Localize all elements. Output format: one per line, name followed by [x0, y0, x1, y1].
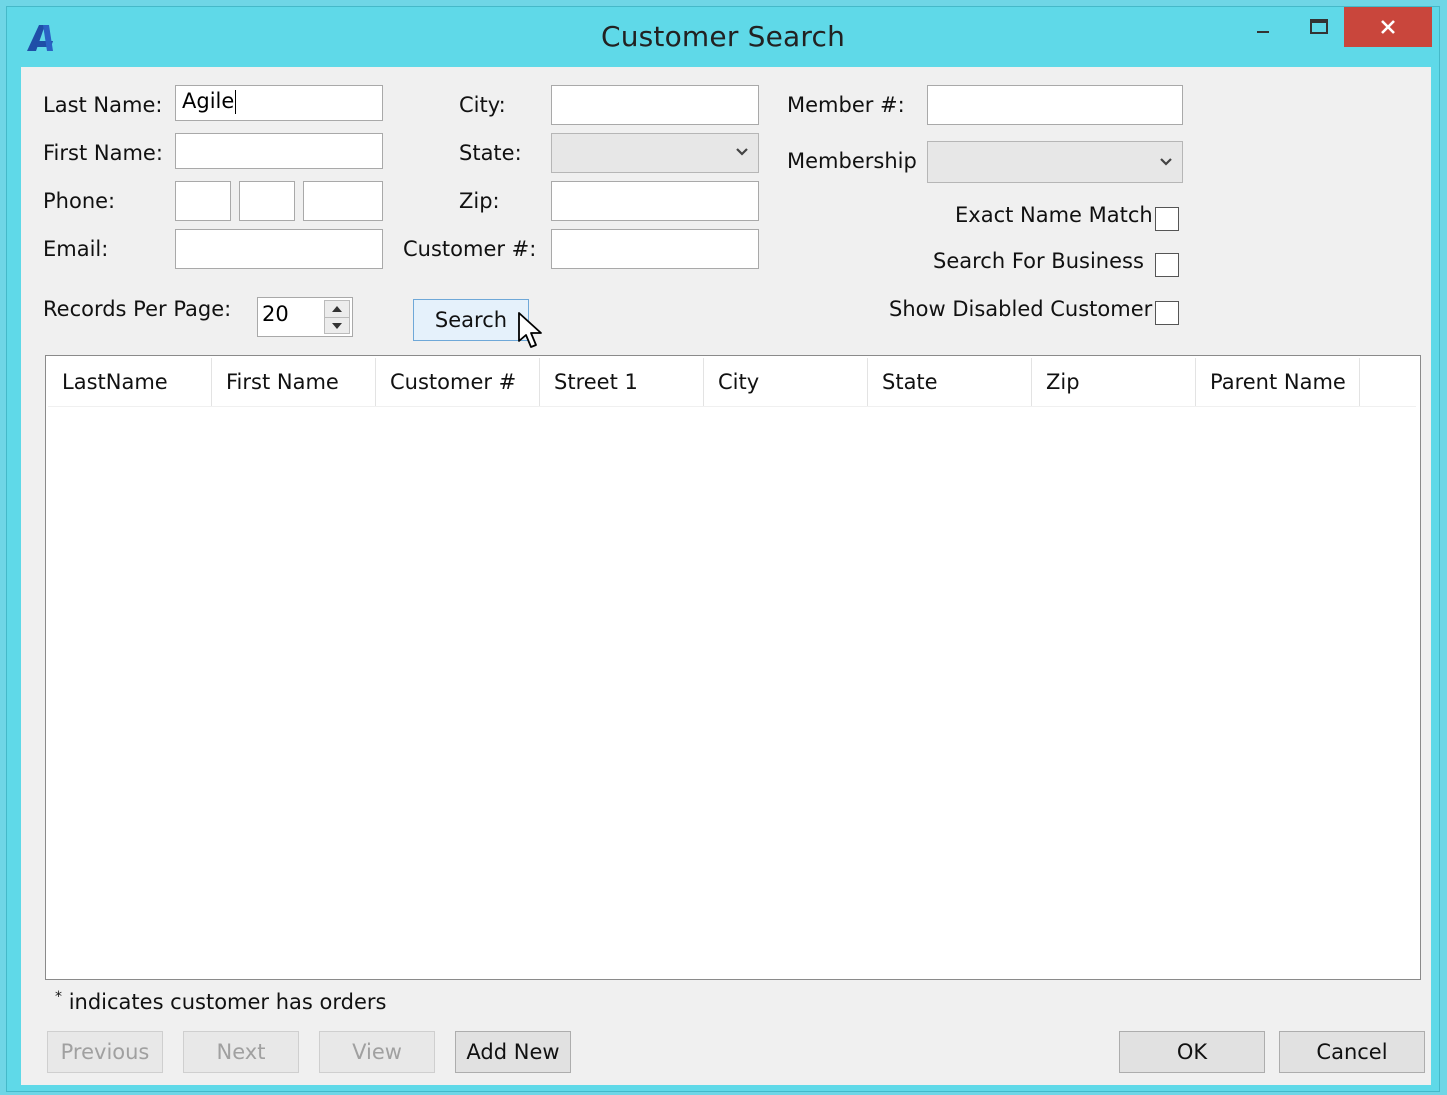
window-title: Customer Search: [600, 20, 846, 53]
column-header-state[interactable]: State: [868, 358, 1032, 406]
zip-label: Zip:: [459, 189, 500, 213]
customer-search-window: Customer Search Last Name: Agile First N…: [6, 6, 1440, 1092]
client-area: Last Name: Agile First Name: Phone: Emai…: [21, 67, 1431, 1085]
state-label: State:: [459, 141, 522, 165]
show-disabled-customer-checkbox[interactable]: [1155, 301, 1179, 325]
add-new-button[interactable]: Add New: [455, 1031, 571, 1073]
search-button[interactable]: Search: [413, 299, 529, 341]
column-header-customer-number[interactable]: Customer #: [376, 358, 540, 406]
mouse-pointer-icon: [518, 312, 542, 348]
caret-up-icon: [332, 306, 342, 312]
zip-input[interactable]: [551, 181, 759, 221]
close-button[interactable]: [1344, 7, 1432, 47]
email-input[interactable]: [175, 229, 383, 269]
column-header-city[interactable]: City: [704, 358, 868, 406]
chevron-down-icon: [1160, 158, 1172, 166]
grid-header: LastName First Name Customer # Street 1 …: [48, 358, 1416, 407]
minimize-button[interactable]: [1235, 7, 1291, 47]
previous-button[interactable]: Previous: [47, 1031, 163, 1073]
member-number-input[interactable]: [927, 85, 1183, 125]
orders-note-asterisk: *: [55, 989, 62, 1005]
column-header-zip[interactable]: Zip: [1032, 358, 1196, 406]
first-name-label: First Name:: [43, 141, 163, 165]
exact-name-match-label: Exact Name Match: [955, 203, 1153, 227]
maximize-icon: [1310, 19, 1328, 34]
city-label: City:: [459, 93, 506, 117]
search-for-business-label: Search For Business: [933, 249, 1144, 273]
email-label: Email:: [43, 237, 109, 261]
show-disabled-customer-label: Show Disabled Customer: [889, 297, 1153, 321]
membership-select[interactable]: [927, 141, 1183, 183]
view-button[interactable]: View: [319, 1031, 435, 1073]
chevron-down-icon: [736, 148, 748, 156]
cancel-button[interactable]: Cancel: [1279, 1031, 1425, 1073]
column-header-street-1[interactable]: Street 1: [540, 358, 704, 406]
records-per-page-label: Records Per Page:: [43, 297, 232, 321]
records-per-page-stepper[interactable]: 20: [257, 297, 353, 337]
last-name-label: Last Name:: [43, 93, 163, 117]
ok-button[interactable]: OK: [1119, 1031, 1265, 1073]
column-header-parent-name[interactable]: Parent Name: [1196, 358, 1360, 406]
orders-note-text: indicates customer has orders: [68, 990, 387, 1014]
records-per-page-value: 20: [262, 302, 289, 326]
membership-label: Membership: [787, 149, 917, 173]
customer-number-input[interactable]: [551, 229, 759, 269]
city-input[interactable]: [551, 85, 759, 125]
column-header-first-name[interactable]: First Name: [212, 358, 376, 406]
title-bar[interactable]: Customer Search: [7, 7, 1439, 67]
next-button[interactable]: Next: [183, 1031, 299, 1073]
orders-note: * indicates customer has orders: [55, 989, 386, 1014]
last-name-value: Agile: [182, 89, 235, 113]
phone-label: Phone:: [43, 189, 116, 213]
first-name-input[interactable]: [175, 133, 383, 169]
customer-number-label: Customer #:: [403, 237, 537, 261]
caret-down-icon: [332, 323, 342, 329]
phone-area-code-input[interactable]: [175, 181, 231, 221]
phone-prefix-input[interactable]: [239, 181, 295, 221]
state-select[interactable]: [551, 133, 759, 173]
results-grid[interactable]: LastName First Name Customer # Street 1 …: [45, 355, 1421, 980]
close-icon: [1381, 20, 1395, 34]
minimize-icon: [1257, 31, 1269, 33]
last-name-input[interactable]: Agile: [175, 85, 383, 121]
phone-line-input[interactable]: [303, 181, 383, 221]
stepper-up-button[interactable]: [325, 301, 349, 318]
search-for-business-checkbox[interactable]: [1155, 253, 1179, 277]
stepper-down-button[interactable]: [325, 318, 349, 334]
member-number-label: Member #:: [787, 93, 905, 117]
exact-name-match-checkbox[interactable]: [1155, 207, 1179, 231]
maximize-button[interactable]: [1291, 7, 1347, 47]
column-header-last-name[interactable]: LastName: [48, 358, 212, 406]
